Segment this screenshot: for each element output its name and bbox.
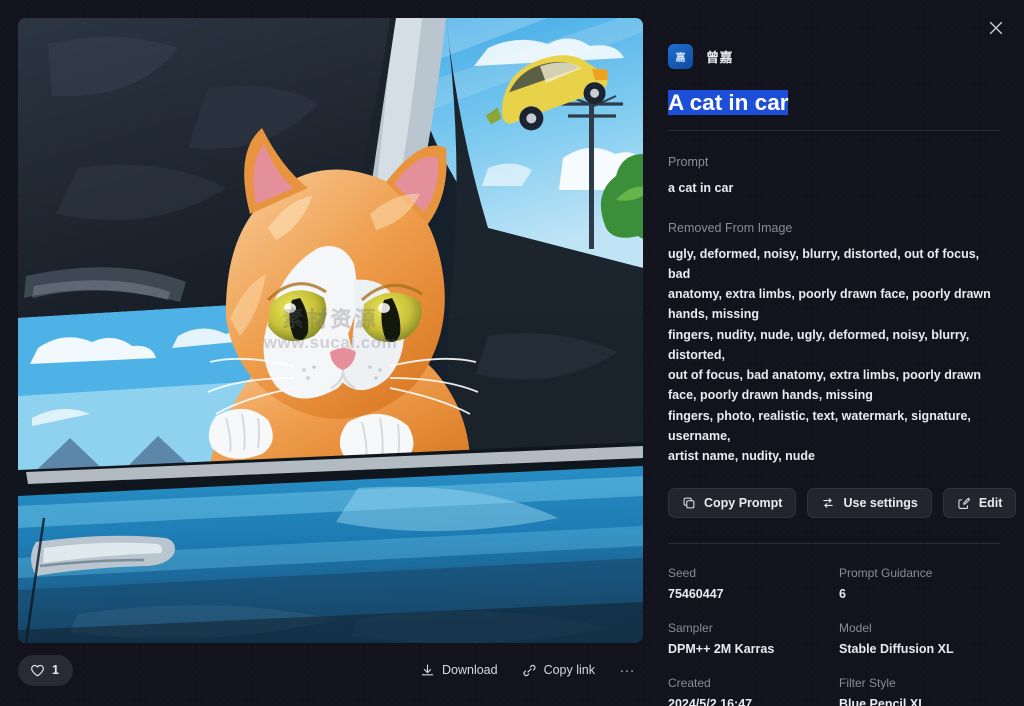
bottom-right-actions: Download Copy link … <box>420 660 643 680</box>
metadata-item-model: Model Stable Diffusion XL <box>839 621 1000 656</box>
swap-arrows-icon <box>821 496 835 510</box>
metadata-value: Stable Diffusion XL <box>839 642 1000 656</box>
negative-prompt-block: Removed From Image ugly, deformed, noisy… <box>668 221 1000 467</box>
metadata-value: 6 <box>839 587 1000 601</box>
edit-label: Edit <box>979 496 1003 510</box>
metadata-item-filter-style: Filter Style Blue Pencil XL <box>839 676 1000 706</box>
metadata-value: Blue Pencil XL <box>839 697 1000 706</box>
avatar[interactable]: 嘉 <box>668 44 693 69</box>
prompt-label: Prompt <box>668 155 1000 169</box>
negative-prompt-value: ugly, deformed, noisy, blurry, distorted… <box>668 244 1000 467</box>
like-count: 1 <box>52 663 59 677</box>
page-title[interactable]: A cat in car <box>668 90 788 115</box>
prompt-block: Prompt a cat in car <box>668 155 1000 198</box>
metadata-label: Model <box>839 621 1000 635</box>
copy-icon <box>682 496 696 510</box>
use-settings-button[interactable]: Use settings <box>807 488 931 518</box>
copy-link-button[interactable]: Copy link <box>522 663 595 678</box>
negative-prompt-line: fingers, nudity, nude, ugly, deformed, n… <box>668 325 1000 366</box>
author-row[interactable]: 嘉 曾嘉 <box>668 44 1000 69</box>
image-detail-modal: 素材资源 www.sucai.com 1 Download <box>0 0 1024 706</box>
negative-prompt-line: ugly, deformed, noisy, blurry, distorted… <box>668 244 1000 285</box>
detail-panel: 嘉 曾嘉 A cat in car Prompt a cat in car Re… <box>668 0 1024 706</box>
artwork-illustration <box>18 18 643 643</box>
negative-prompt-line: hands, missing <box>668 304 1000 324</box>
metadata-label: Prompt Guidance <box>839 566 1000 580</box>
negative-prompt-line: face, poorly drawn hands, missing <box>668 385 1000 405</box>
metadata-label: Filter Style <box>839 676 1000 690</box>
more-options-button[interactable]: … <box>619 660 637 680</box>
like-button[interactable]: 1 <box>18 655 73 686</box>
negative-prompt-line: artist name, nudity, nude <box>668 446 1000 466</box>
download-icon <box>420 663 435 678</box>
heart-icon <box>30 663 45 678</box>
title-divider <box>668 130 1000 131</box>
metadata-item-prompt-guidance: Prompt Guidance 6 <box>839 566 1000 601</box>
negative-prompt-line: out of focus, bad anatomy, extra limbs, … <box>668 365 1000 385</box>
metadata-label: Seed <box>668 566 829 580</box>
metadata-value: 2024/5/2 16:47 <box>668 697 829 706</box>
copy-prompt-label: Copy Prompt <box>704 496 782 510</box>
author-name: 曾嘉 <box>706 47 733 66</box>
copy-prompt-button[interactable]: Copy Prompt <box>668 488 796 518</box>
metadata-value: DPM++ 2M Karras <box>668 642 829 656</box>
metadata-item-created: Created 2024/5/2 16:47 <box>668 676 829 706</box>
image-action-bar: 1 Download Copy link … <box>18 652 643 688</box>
copy-link-label: Copy link <box>544 663 595 677</box>
edit-pencil-icon <box>957 496 971 510</box>
edit-button[interactable]: Edit <box>943 488 1017 518</box>
negative-prompt-line: fingers, photo, realistic, text, waterma… <box>668 406 1000 447</box>
download-button[interactable]: Download <box>420 663 498 678</box>
page-title-wrap: A cat in car <box>668 88 1000 118</box>
metadata-value: 75460447 <box>668 587 829 601</box>
negative-prompt-label: Removed From Image <box>668 221 1000 235</box>
metadata-grid: Seed 75460447 Prompt Guidance 6 Sampler … <box>668 566 1000 706</box>
download-label: Download <box>442 663 498 677</box>
negative-prompt-line: anatomy, extra limbs, poorly drawn face,… <box>668 284 1000 304</box>
metadata-label: Created <box>668 676 829 690</box>
metadata-item-sampler: Sampler DPM++ 2M Karras <box>668 621 829 656</box>
link-icon <box>522 663 537 678</box>
metadata-label: Sampler <box>668 621 829 635</box>
generated-image[interactable]: 素材资源 www.sucai.com <box>18 18 643 643</box>
prompt-actions: Copy Prompt Use settings Edit <box>668 488 1000 518</box>
metadata-divider <box>668 543 1000 544</box>
prompt-value: a cat in car <box>668 178 1000 198</box>
metadata-item-seed: Seed 75460447 <box>668 566 829 601</box>
use-settings-label: Use settings <box>843 496 917 510</box>
